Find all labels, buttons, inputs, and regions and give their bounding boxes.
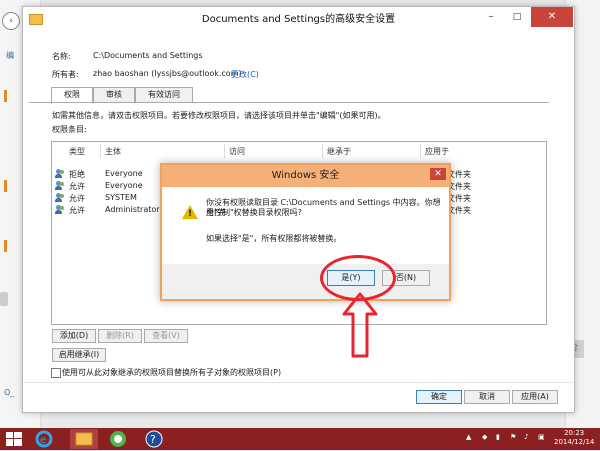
background-accent	[4, 240, 7, 252]
close-button[interactable]: ✕	[531, 7, 573, 27]
background-text: 编	[6, 51, 14, 60]
background-link[interactable]: O_	[4, 388, 14, 397]
background-accent	[4, 90, 7, 102]
row-principal: Everyone	[105, 169, 143, 178]
dialog-message-line2: 全控制"权替换目录权限吗?	[206, 208, 302, 217]
replace-permissions-checkbox[interactable]	[51, 368, 61, 378]
svg-text:?: ?	[150, 433, 156, 446]
ok-button[interactable]: 确定	[416, 390, 462, 404]
column-divider	[322, 144, 323, 158]
back-arrow-icon[interactable]: ‹	[2, 12, 20, 30]
dialog-title: Windows 安全	[271, 170, 340, 181]
owner-value: zhao baoshan (lyssjbs@outlook.com)	[93, 69, 242, 78]
cancel-button[interactable]: 取消	[464, 390, 510, 404]
ie-icon[interactable]: e	[34, 429, 62, 449]
tray-input-icon[interactable]: ▣	[538, 433, 545, 441]
tray-network-icon[interactable]: ▮	[496, 433, 500, 441]
clock-date: 2014/12/14	[554, 438, 595, 446]
taskbar-clock[interactable]: 20:23 2014/12/14	[554, 429, 594, 447]
row-type: 允许	[69, 182, 85, 191]
entries-label: 权限条目:	[52, 125, 87, 134]
owner-label: 所有者:	[52, 70, 79, 79]
replace-permissions-label[interactable]: 使用可从此对象继承的权限项目替换所有子对象的权限项目(P)	[62, 367, 281, 378]
green-app-icon[interactable]	[108, 429, 136, 449]
minimize-button[interactable]: –	[478, 7, 504, 27]
annotation-arrow-icon	[342, 292, 378, 358]
svg-text:e: e	[40, 435, 46, 446]
row-principal: Everyone	[105, 181, 143, 190]
explorer-icon[interactable]	[70, 429, 98, 449]
tab-panel-border	[29, 102, 549, 103]
user-group-icon	[55, 181, 65, 190]
clock-time: 20:23	[564, 429, 585, 437]
dialog-message-line3: 如果选择"是"，所有权限都将被替换。	[206, 234, 342, 243]
column-header-inherited[interactable]: 继承于	[327, 146, 351, 157]
tray-arrow-icon[interactable]: ▲	[466, 433, 471, 441]
column-header-applies[interactable]: 应用于	[425, 146, 449, 157]
name-label: 名称:	[52, 52, 71, 61]
dialog-close-button[interactable]: ✕	[430, 168, 446, 180]
column-divider	[100, 144, 101, 158]
column-header-access[interactable]: 访问	[229, 146, 245, 157]
remove-button[interactable]: 删除(R)	[98, 329, 142, 343]
warning-mark: !	[187, 209, 193, 219]
add-button[interactable]: 添加(D)	[52, 329, 96, 343]
windows-security-dialog: Windows 安全 ✕ ! 你没有权限读取目录 C:\Documents an…	[160, 163, 451, 301]
change-owner-link[interactable]: 更改(C)	[231, 69, 259, 80]
column-divider	[224, 144, 225, 158]
user-group-icon	[55, 205, 65, 214]
tray-volume-icon[interactable]: ♪	[524, 433, 528, 441]
enable-inheritance-button[interactable]: 启用继承(I)	[52, 348, 106, 362]
row-principal: SYSTEM	[105, 193, 137, 202]
windows-start-icon[interactable]	[6, 432, 22, 446]
row-type: 允许	[69, 194, 85, 203]
apply-button[interactable]: 应用(A)	[512, 390, 558, 404]
tab-effective-access[interactable]: 有效访问	[135, 87, 193, 103]
background-scroll-thumb[interactable]	[0, 292, 8, 306]
tab-auditing[interactable]: 审核	[93, 87, 135, 103]
help-icon[interactable]: ?	[144, 429, 172, 449]
row-type: 拒绝	[69, 170, 85, 179]
info-text: 如需其他信息，请双击权限项目。若要修改权限项目，请选择该项目并单击"编辑"(如果…	[52, 111, 386, 120]
maximize-button[interactable]: □	[504, 7, 530, 27]
name-value: C:\Documents and Settings	[93, 51, 203, 60]
user-group-icon	[55, 193, 65, 202]
tray-flag-icon[interactable]: ⚑	[510, 433, 516, 441]
footer-divider	[23, 382, 573, 383]
view-button[interactable]: 查看(V)	[144, 329, 188, 343]
row-type: 允许	[69, 206, 85, 215]
column-header-type[interactable]: 类型	[69, 146, 85, 157]
user-group-icon	[55, 169, 65, 178]
tray-shield-icon[interactable]: ◆	[482, 433, 487, 441]
background-accent	[4, 180, 7, 192]
column-header-principal[interactable]: 主体	[105, 146, 121, 157]
column-divider	[420, 144, 421, 158]
